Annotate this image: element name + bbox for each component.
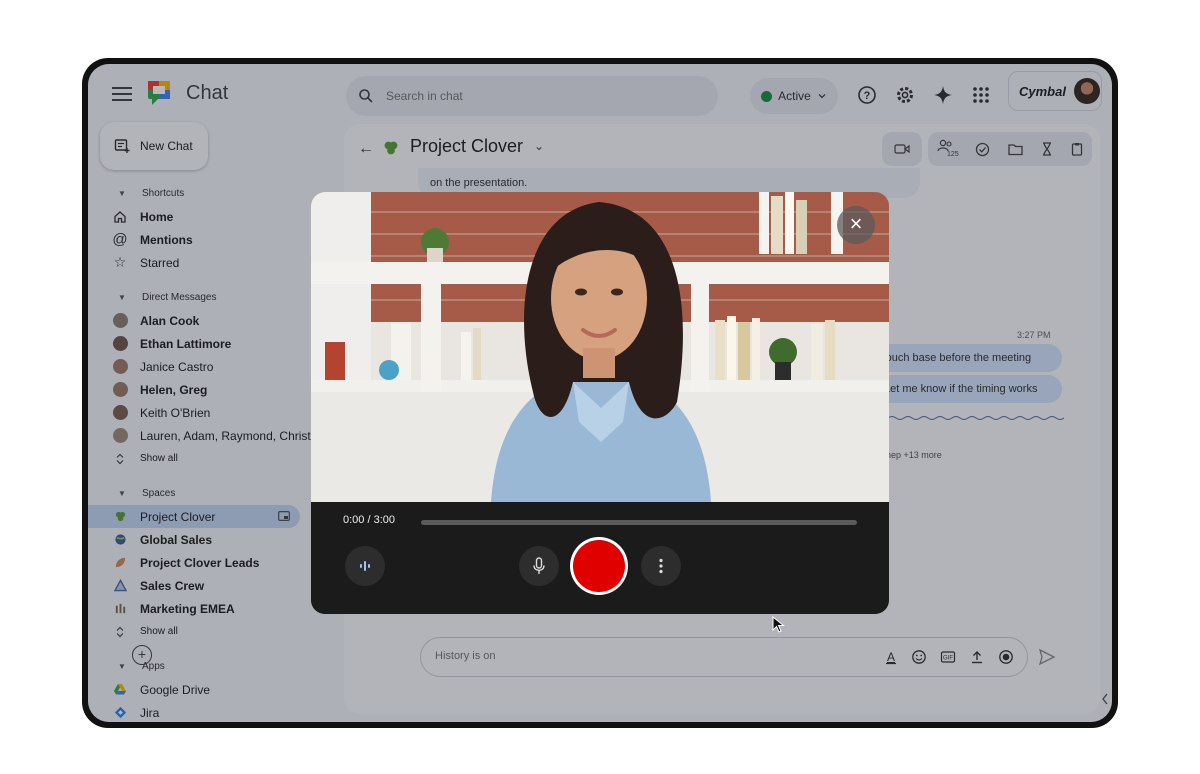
device-frame: Chat Active ?	[82, 58, 1118, 728]
microphone-button[interactable]	[519, 546, 559, 586]
screen: Chat Active ?	[88, 64, 1112, 722]
microphone-icon	[533, 557, 545, 574]
close-recorder-button[interactable]: ×	[837, 206, 875, 244]
recorder-controls: 0:00 / 3:00	[311, 502, 889, 614]
more-options-button[interactable]	[641, 546, 681, 586]
recording-timecode: 0:00 / 3:00	[343, 514, 395, 526]
chat-app: Chat Active ?	[88, 64, 1112, 722]
chevron-left-icon[interactable]	[1100, 692, 1110, 706]
record-button[interactable]	[570, 537, 628, 595]
recording-progress-bar[interactable]	[421, 520, 857, 525]
audio-levels-button[interactable]	[345, 546, 385, 586]
camera-preview: ×	[311, 192, 889, 502]
video-recorder-dialog: × 0:00 / 3:00	[311, 192, 889, 614]
mouse-cursor-icon	[772, 616, 785, 633]
audio-levels-icon	[360, 561, 370, 571]
more-vert-icon	[659, 558, 663, 574]
camera-feed-image	[311, 192, 889, 502]
